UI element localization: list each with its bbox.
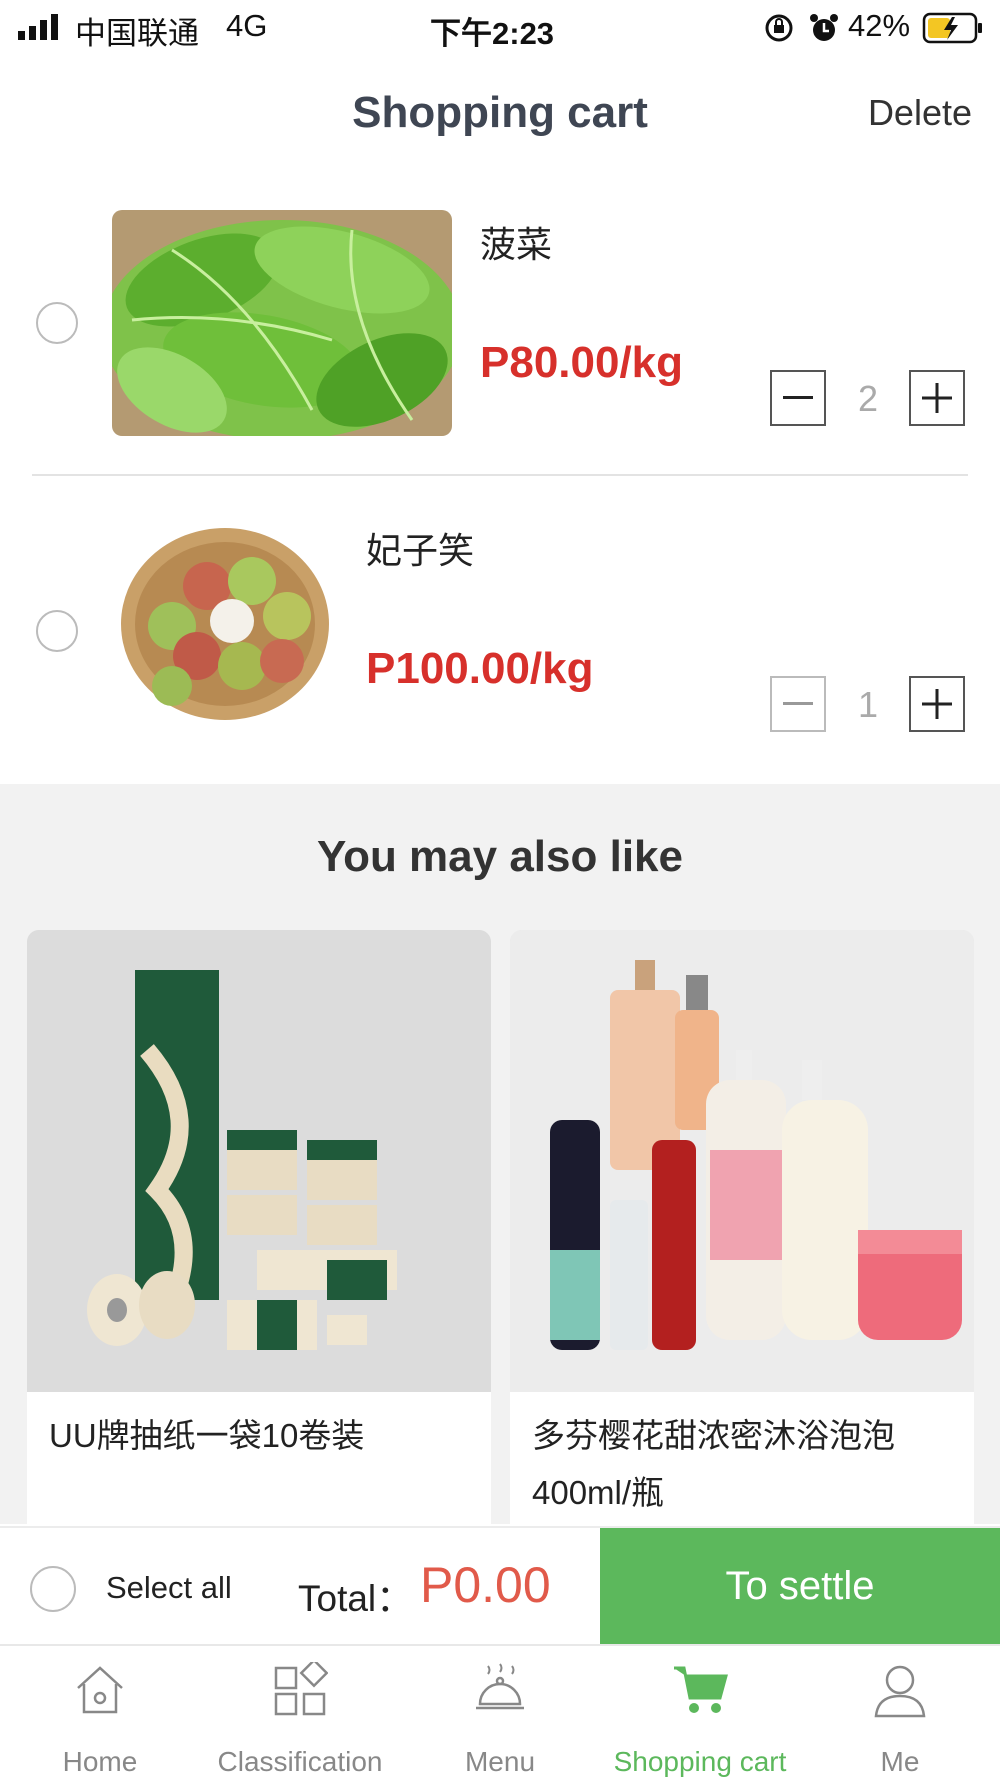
status-time: 下午2:23 <box>430 16 555 51</box>
total-label: Total： <box>298 1578 414 1619</box>
battery-charging-icon <box>922 12 982 44</box>
tab-menu[interactable]: Menu <box>440 1660 560 1778</box>
increase-quantity-button[interactable] <box>909 676 965 732</box>
cart-item: 妃子笑 P100.00/kg 1 <box>0 476 1000 784</box>
total-value: P0.00 <box>420 1557 551 1613</box>
recommendation-card[interactable]: 多芬樱花甜浓密沐浴泡泡400ml/瓶 <box>510 930 974 1550</box>
product-price: P100.00/kg <box>366 644 594 693</box>
product-price: P80.00/kg <box>480 338 684 387</box>
decrease-quantity-button[interactable] <box>770 676 826 732</box>
product-name: 菠菜 <box>480 224 553 265</box>
tab-label: Me <box>880 1746 920 1777</box>
cloche-icon <box>476 1663 524 1710</box>
minus-icon <box>783 702 813 705</box>
checkout-bar: Select all Total： P0.00 To settle <box>0 1526 1000 1646</box>
recommendations-title: You may also like <box>316 832 683 881</box>
recommendation-card[interactable]: UU牌抽纸一袋10卷装 <box>27 930 491 1550</box>
product-image-toiletries <box>510 930 974 1392</box>
tab-shopping-cart[interactable]: Shopping cart <box>590 1660 810 1778</box>
delete-button[interactable]: Delete <box>868 92 972 134</box>
tab-label: Home <box>62 1746 138 1777</box>
plus-icon <box>922 383 952 413</box>
tab-label: Classification <box>217 1746 383 1777</box>
select-all-radio[interactable] <box>30 1566 76 1612</box>
product-image-spinach[interactable] <box>112 210 452 436</box>
cart-icon <box>674 1666 728 1713</box>
signal-icon <box>18 14 58 40</box>
settle-button[interactable]: To settle <box>600 1528 1000 1644</box>
tab-label: Menu <box>464 1746 536 1777</box>
network-type: 4G <box>226 8 268 43</box>
select-all-label[interactable]: Select all <box>106 1570 232 1606</box>
alarm-icon <box>810 14 838 41</box>
home-icon <box>77 1666 123 1714</box>
recommendation-label: UU牌抽纸一袋10卷装 <box>49 1417 365 1454</box>
minus-icon <box>783 396 813 399</box>
recommendation-label: 多芬樱花甜浓密沐浴泡泡400ml/瓶 <box>532 1417 895 1511</box>
tab-label: Shopping cart <box>613 1746 787 1777</box>
tab-me[interactable]: Me <box>840 1660 960 1778</box>
item-select-radio[interactable] <box>36 302 78 344</box>
product-image-lychee[interactable] <box>112 516 338 732</box>
increase-quantity-button[interactable] <box>909 370 965 426</box>
person-icon <box>874 1665 926 1718</box>
quantity-value: 1 <box>857 684 879 725</box>
carrier-name: 中国联通 <box>75 16 199 51</box>
battery-percent: 42% <box>848 8 911 43</box>
plus-icon <box>922 689 952 719</box>
status-bar: 中国联通 4G 下午2:23 42% <box>0 0 1000 56</box>
tab-bar: Home Classification Menu Shopping cart M… <box>0 1644 1000 1780</box>
tab-classification[interactable]: Classification <box>200 1660 400 1778</box>
quantity-value: 2 <box>857 378 879 419</box>
header: Shopping cart Delete <box>0 56 1000 170</box>
cart-item: 菠菜 P80.00/kg 2 <box>0 170 1000 476</box>
grid-icon <box>274 1662 328 1716</box>
tab-home[interactable]: Home <box>40 1660 160 1778</box>
decrease-quantity-button[interactable] <box>770 370 826 426</box>
product-name: 妃子笑 <box>366 530 475 571</box>
rotation-lock-icon <box>765 14 793 42</box>
item-select-radio[interactable] <box>36 610 78 652</box>
page-title: Shopping cart <box>352 88 648 137</box>
product-image-tissue <box>27 930 491 1392</box>
